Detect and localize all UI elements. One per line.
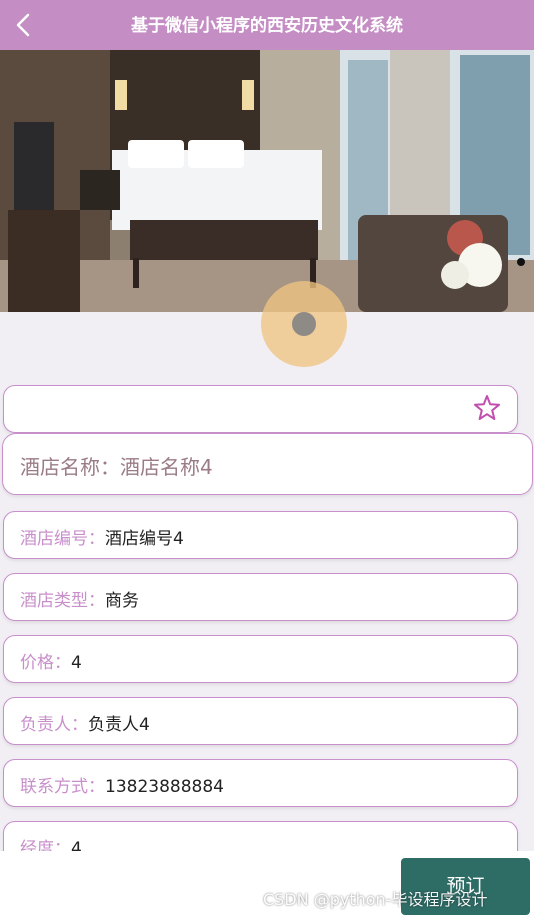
favorite-bar — [3, 385, 518, 433]
field-value: 酒店编号4 — [105, 529, 184, 549]
field-label: 酒店类型： — [20, 591, 105, 611]
hotel-image-carousel[interactable] — [0, 50, 534, 312]
carousel-indicator[interactable] — [517, 258, 525, 266]
field-label: 负责人： — [20, 715, 88, 735]
field-manager: 负责人：负责人4 — [3, 697, 518, 745]
field-contact: 联系方式：13823888884 — [3, 759, 518, 807]
field-label: 联系方式： — [20, 777, 105, 797]
hotel-name-label: 酒店名称： — [20, 455, 120, 479]
field-hotel-type: 酒店类型：商务 — [3, 573, 518, 621]
hotel-room-photo — [0, 50, 534, 312]
watermark-text: CSDN @python-毕设程序设计 — [263, 890, 488, 909]
hotel-name-card: 酒店名称：酒店名称4 — [2, 433, 533, 495]
field-hotel-number: 酒店编号：酒店编号4 — [3, 511, 518, 559]
hotel-name-row: 酒店名称：酒店名称4 — [20, 451, 213, 480]
field-price: 价格：4 — [3, 635, 518, 683]
field-value: 负责人4 — [88, 715, 150, 735]
touch-indicator — [261, 281, 347, 367]
star-outline-icon[interactable] — [473, 394, 501, 422]
touch-indicator-dot — [292, 312, 316, 336]
field-value: 4 — [71, 653, 82, 673]
field-label: 酒店编号： — [20, 529, 105, 549]
field-value: 13823888884 — [105, 777, 224, 797]
field-value: 商务 — [105, 591, 139, 611]
page-title: 基于微信小程序的西安历史文化系统 — [131, 16, 403, 36]
field-label: 价格： — [20, 653, 71, 673]
hotel-name-value: 酒店名称4 — [120, 455, 213, 479]
top-nav-bar: 基于微信小程序的西安历史文化系统 — [0, 0, 534, 50]
chevron-left-icon[interactable] — [12, 11, 36, 39]
